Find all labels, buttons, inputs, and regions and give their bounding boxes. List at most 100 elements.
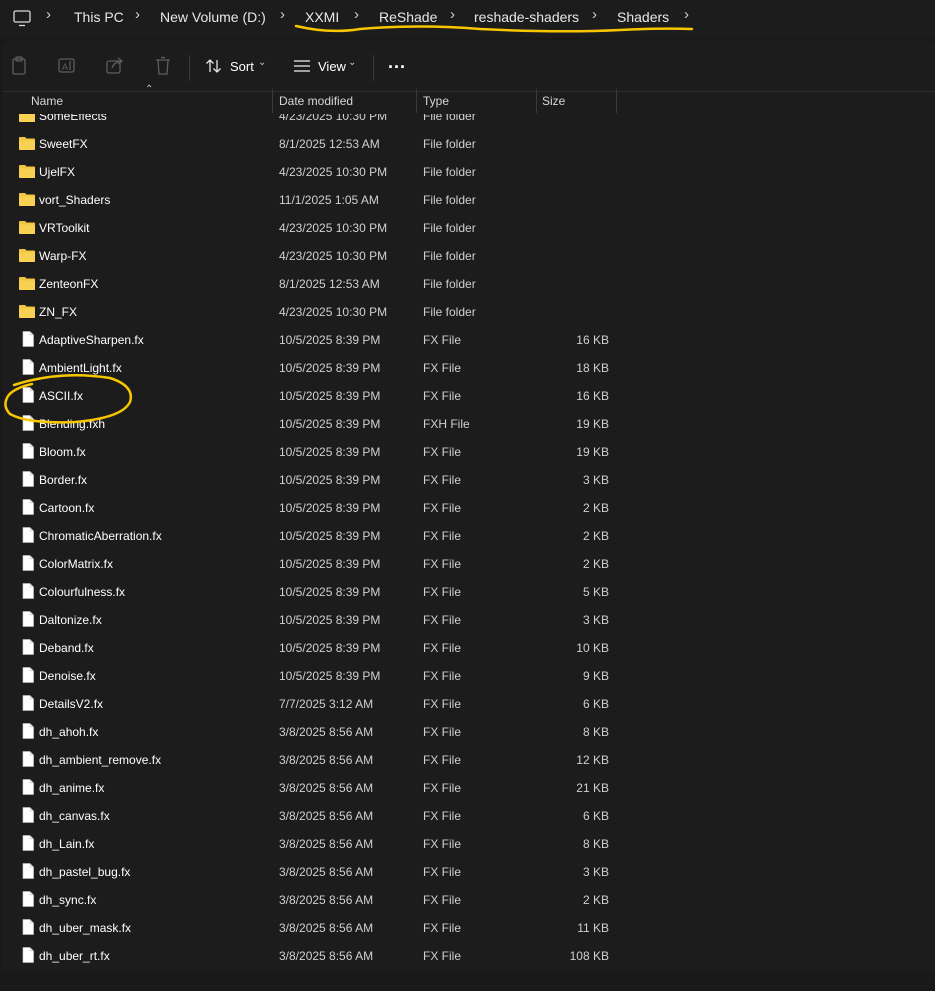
file-name[interactable]: AdaptiveSharpen.fx <box>39 333 144 347</box>
file-row[interactable]: ASCII.fx 10/5/2025 8:39 PM FX File 16 KB <box>3 382 935 410</box>
file-row[interactable]: DetailsV2.fx 7/7/2025 3:12 AM FX File 6 KB <box>3 690 935 718</box>
file-row[interactable]: Colourfulness.fx 10/5/2025 8:39 PM FX File… <box>3 578 935 606</box>
chevron-right-icon[interactable]: › <box>684 6 689 23</box>
file-row[interactable]: Blending.fxh 10/5/2025 8:39 PM FXH File 19 … <box>3 410 935 438</box>
file-name[interactable]: dh_uber_rt.fx <box>39 949 110 963</box>
chevron-right-icon[interactable]: › <box>135 6 140 23</box>
file-row[interactable]: dh_uber_mask.fx 3/8/2025 8:56 AM FX File 11… <box>3 914 935 942</box>
chevron-right-icon[interactable]: › <box>592 6 597 23</box>
file-row[interactable]: Border.fx 10/5/2025 8:39 PM FX File 3 KB <box>3 466 935 494</box>
column-divider[interactable] <box>616 89 617 113</box>
file-name[interactable]: vort_Shaders <box>39 193 110 207</box>
column-header-type[interactable]: Type <box>423 94 449 108</box>
column-header-size[interactable]: Size <box>542 94 565 108</box>
column-divider[interactable] <box>536 89 537 113</box>
file-name[interactable]: ChromaticAberration.fx <box>39 529 162 543</box>
file-name[interactable]: VRToolkit <box>39 221 89 235</box>
file-name[interactable]: ZenteonFX <box>39 277 98 291</box>
file-size: 16 KB <box>576 389 609 403</box>
file-size: 8 KB <box>582 725 609 739</box>
file-name[interactable]: SweetFX <box>39 137 88 151</box>
breadcrumb-xxmi[interactable]: XXMI <box>305 9 339 25</box>
file-name[interactable]: UjelFX <box>39 165 75 179</box>
file-row[interactable]: dh_pastel_bug.fx 3/8/2025 8:56 AM FX File 3… <box>3 858 935 886</box>
rename-icon[interactable]: A <box>58 56 76 76</box>
file-name[interactable]: Daltonize.fx <box>39 613 102 627</box>
file-name[interactable]: DetailsV2.fx <box>39 697 103 711</box>
file-row[interactable]: dh_Lain.fx 3/8/2025 8:56 AM FX File 8 KB <box>3 830 935 858</box>
file-date-modified: 4/23/2025 10:30 PM <box>279 305 388 319</box>
file-name[interactable]: Blending.fxh <box>39 417 105 431</box>
file-date-modified: 11/1/2025 1:05 AM <box>279 193 379 207</box>
file-name[interactable]: dh_anime.fx <box>39 781 104 795</box>
file-name[interactable]: Deband.fx <box>39 641 94 655</box>
file-row[interactable]: ChromaticAberration.fx 10/5/2025 8:39 PM F… <box>3 522 935 550</box>
file-type: FX File <box>423 949 462 963</box>
file-row[interactable]: dh_ambient_remove.fx 3/8/2025 8:56 AM FX F… <box>3 746 935 774</box>
file-row[interactable]: dh_anime.fx 3/8/2025 8:56 AM FX File 21 KB <box>3 774 935 802</box>
file-row[interactable]: AmbientLight.fx 10/5/2025 8:39 PM FX File 1… <box>3 354 935 382</box>
file-name[interactable]: ASCII.fx <box>39 389 83 403</box>
column-header-date-modified[interactable]: Date modified <box>279 94 353 108</box>
share-icon[interactable] <box>106 56 124 76</box>
file-row[interactable]: Denoise.fx 10/5/2025 8:39 PM FX File 9 KB <box>3 662 935 690</box>
file-name[interactable]: dh_canvas.fx <box>39 809 110 823</box>
chevron-right-icon[interactable]: › <box>354 6 359 23</box>
file-row[interactable]: dh_sync.fx 3/8/2025 8:56 AM FX File 2 KB <box>3 886 935 914</box>
sort-button[interactable]: Sort ⌄ <box>200 50 272 82</box>
address-bar[interactable]: › This PC › New Volume (D:) › XXMI › ReS… <box>0 0 935 37</box>
file-name[interactable]: AmbientLight.fx <box>39 361 122 375</box>
file-row[interactable]: Deband.fx 10/5/2025 8:39 PM FX File 10 KB <box>3 634 935 662</box>
breadcrumb-reshade-shaders[interactable]: reshade-shaders <box>474 9 579 25</box>
file-name[interactable]: dh_Lain.fx <box>39 837 94 851</box>
file-name[interactable]: dh_pastel_bug.fx <box>39 865 130 879</box>
file-row[interactable]: ZenteonFX 8/1/2025 12:53 AM File folder <box>3 270 935 298</box>
file-name[interactable]: dh_sync.fx <box>39 893 96 907</box>
file-name[interactable]: Border.fx <box>39 473 87 487</box>
file-row[interactable]: Daltonize.fx 10/5/2025 8:39 PM FX File 3 KB <box>3 606 935 634</box>
monitor-icon[interactable] <box>13 10 31 27</box>
file-row[interactable]: VRToolkit 4/23/2025 10:30 PM File folder <box>3 214 935 242</box>
file-row[interactable]: ColorMatrix.fx 10/5/2025 8:39 PM FX File 2 … <box>3 550 935 578</box>
file-row[interactable]: SweetFX 8/1/2025 12:53 AM File folder <box>3 130 935 158</box>
file-name[interactable]: Denoise.fx <box>39 669 96 683</box>
file-date-modified: 10/5/2025 8:39 PM <box>279 585 381 599</box>
file-size: 3 KB <box>582 613 609 627</box>
file-name[interactable]: dh_ahoh.fx <box>39 725 98 739</box>
file-row[interactable]: Warp-FX 4/23/2025 10:30 PM File folder <box>3 242 935 270</box>
chevron-right-icon[interactable]: › <box>280 6 285 23</box>
file-row[interactable]: Cartoon.fx 10/5/2025 8:39 PM FX File 2 KB <box>3 494 935 522</box>
view-button[interactable]: View ⌄ <box>288 50 364 82</box>
file-row[interactable]: SomeEffects 4/23/2025 10:30 PM File folder <box>3 114 935 130</box>
file-name[interactable]: Bloom.fx <box>39 445 86 459</box>
file-row[interactable]: dh_uber_rt.fx 3/8/2025 8:56 AM FX File 108 … <box>3 942 935 970</box>
file-name[interactable]: Warp-FX <box>39 249 87 263</box>
file-row[interactable]: dh_ahoh.fx 3/8/2025 8:56 AM FX File 8 KB <box>3 718 935 746</box>
file-row[interactable]: ZN_FX 4/23/2025 10:30 PM File folder <box>3 298 935 326</box>
file-list: SomeEffects 4/23/2025 10:30 PM File folder… <box>0 114 935 974</box>
file-name[interactable]: ZN_FX <box>39 305 77 319</box>
file-name[interactable]: ColorMatrix.fx <box>39 557 113 571</box>
file-row[interactable]: dh_canvas.fx 3/8/2025 8:56 AM FX File 6 KB <box>3 802 935 830</box>
file-name[interactable]: Cartoon.fx <box>39 501 94 515</box>
column-divider[interactable] <box>272 89 273 113</box>
file-row[interactable]: UjelFX 4/23/2025 10:30 PM File folder <box>3 158 935 186</box>
paste-icon[interactable] <box>11 56 27 76</box>
breadcrumb-reshade[interactable]: ReShade <box>379 9 437 25</box>
chevron-right-icon[interactable]: › <box>450 6 455 23</box>
breadcrumb-this-pc[interactable]: This PC <box>74 9 124 25</box>
file-row[interactable]: Bloom.fx 10/5/2025 8:39 PM FX File 19 KB <box>3 438 935 466</box>
file-row[interactable]: AdaptiveSharpen.fx 10/5/2025 8:39 PM FX Fi… <box>3 326 935 354</box>
column-header-name[interactable]: Name <box>31 94 63 108</box>
file-name[interactable]: dh_ambient_remove.fx <box>39 753 161 767</box>
file-name[interactable]: SomeEffects <box>39 114 107 123</box>
column-divider[interactable] <box>416 89 417 113</box>
file-name[interactable]: Colourfulness.fx <box>39 585 125 599</box>
breadcrumb-new-volume[interactable]: New Volume (D:) <box>160 9 266 25</box>
more-options-button[interactable]: ... <box>388 52 406 73</box>
breadcrumb-shaders[interactable]: Shaders <box>617 9 669 25</box>
file-name[interactable]: dh_uber_mask.fx <box>39 921 131 935</box>
delete-icon[interactable] <box>155 56 171 76</box>
file-row[interactable]: vort_Shaders 11/1/2025 1:05 AM File folder <box>3 186 935 214</box>
chevron-right-icon[interactable]: › <box>46 6 51 23</box>
